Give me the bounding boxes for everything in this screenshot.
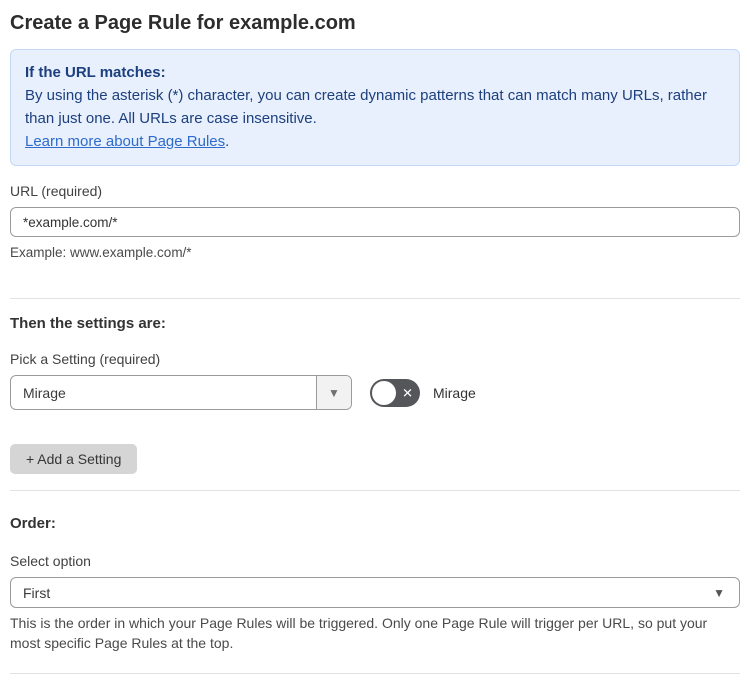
order-select-value: First — [23, 584, 51, 601]
select-option-label: Select option — [10, 553, 91, 569]
chevron-down-icon: ▼ — [713, 585, 725, 600]
toggle-label: Mirage — [433, 384, 476, 401]
setting-dropdown-value: Mirage — [23, 384, 66, 401]
toggle-off-x-icon: ✕ — [402, 385, 413, 400]
setting-dropdown[interactable]: Mirage ▼ — [10, 375, 352, 410]
order-help-text: This is the order in which your Page Rul… — [10, 615, 708, 651]
mirage-toggle[interactable]: ✕ — [370, 378, 420, 407]
order-select[interactable]: First ▼ — [10, 577, 740, 608]
page-title: Create a Page Rule for example.com — [10, 12, 356, 34]
link-period: . — [225, 133, 230, 150]
pick-setting-label: Pick a Setting (required) — [10, 351, 161, 367]
url-match-info-box: If the URL matches: By using the asteris… — [10, 49, 740, 166]
url-field-label: URL (required) — [10, 183, 103, 199]
add-setting-button[interactable]: + Add a Setting — [10, 444, 138, 474]
chevron-down-icon: ▼ — [328, 385, 340, 400]
learn-more-link[interactable]: Learn more about Page Rules — [25, 133, 225, 150]
create-page-rule-form: Create a Page Rule for example.com If th… — [0, 0, 750, 684]
url-input[interactable] — [10, 207, 740, 237]
setting-row: Mirage ▼ ✕ Mirage — [10, 375, 740, 410]
order-section-heading: Order: — [10, 515, 56, 532]
info-box-link-line: Learn more about Page Rules. — [25, 130, 725, 153]
info-box-body: By using the asterisk (*) character, you… — [25, 87, 707, 127]
dropdown-caret-button[interactable]: ▼ — [316, 376, 351, 409]
info-box-heading: If the URL matches: — [25, 64, 166, 81]
toggle-knob — [372, 380, 396, 405]
url-example-text: Example: www.example.com/* — [10, 245, 192, 260]
settings-section-heading: Then the settings are: — [10, 315, 166, 332]
